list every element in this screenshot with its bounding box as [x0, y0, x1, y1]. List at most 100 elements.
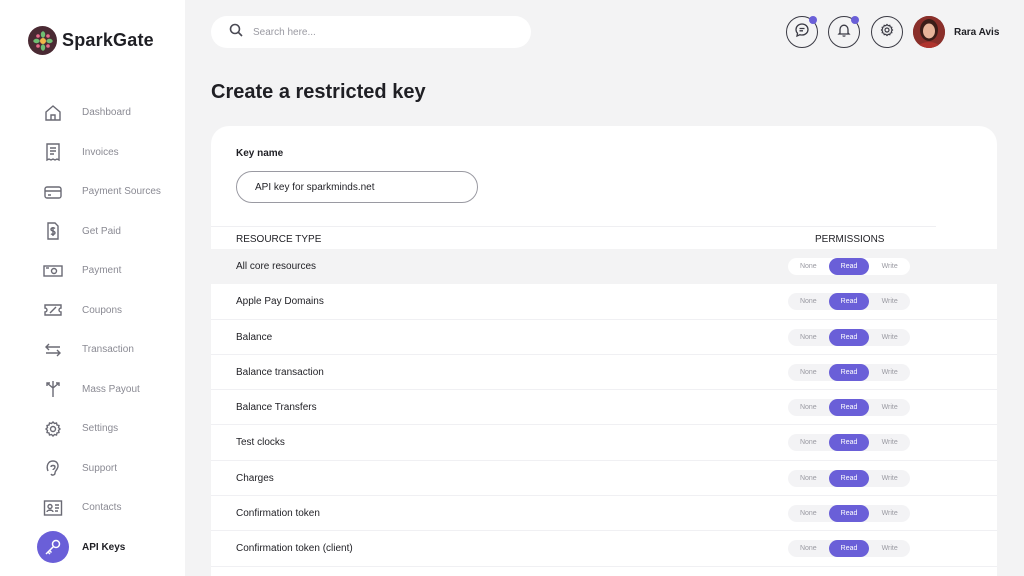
- notification-dot: [809, 16, 817, 24]
- search-icon: [229, 23, 243, 42]
- key-name-input[interactable]: [236, 171, 478, 203]
- permission-toggle: None Read Write: [788, 540, 910, 558]
- table-row: Confirmation token (client) None Read Wr…: [211, 531, 997, 567]
- permission-none-option[interactable]: None: [788, 329, 829, 346]
- messages-button[interactable]: [786, 16, 818, 48]
- resource-name: All core resources: [236, 261, 317, 272]
- invoice-icon: [42, 141, 64, 163]
- key-icon: [37, 531, 69, 564]
- permission-write-option[interactable]: Write: [869, 540, 910, 557]
- dollar-document-icon: [42, 220, 64, 242]
- key-name-label: Key name: [236, 148, 284, 159]
- permission-write-option[interactable]: Write: [869, 505, 910, 522]
- permission-none-option[interactable]: None: [788, 505, 829, 522]
- permission-read-option[interactable]: Read: [828, 399, 870, 417]
- permission-none-option[interactable]: None: [788, 364, 829, 381]
- gear-icon: [42, 418, 64, 440]
- permission-toggle: None Read Write: [788, 328, 910, 346]
- permission-write-option[interactable]: Write: [869, 258, 910, 275]
- sidebar-item-label: Payment: [82, 265, 122, 277]
- search-input[interactable]: [253, 26, 503, 38]
- sidebar-item-label: Transaction: [82, 344, 134, 356]
- permission-none-option[interactable]: None: [788, 470, 829, 487]
- brand-name: SparkGate: [62, 30, 154, 50]
- sidebar-item-payment[interactable]: Payment: [0, 251, 185, 291]
- transfer-arrows-icon: [42, 339, 64, 361]
- permission-write-option[interactable]: Write: [869, 470, 910, 487]
- permission-toggle: None Read Write: [788, 363, 910, 381]
- sidebar-item-label: Settings: [82, 423, 119, 435]
- table-row: Confirmation token None Read Write: [211, 496, 997, 532]
- sidebar-item-get-paid[interactable]: Get Paid: [0, 212, 185, 252]
- table-row: All core resources None Read Write: [211, 249, 997, 285]
- resource-name: Balance transaction: [236, 366, 324, 378]
- settings-button[interactable]: [871, 16, 903, 48]
- sidebar-item-support[interactable]: Support: [0, 449, 185, 489]
- table-row: Apple Pay Domains None Read Write: [211, 284, 997, 320]
- permission-toggle: None Read Write: [788, 505, 910, 523]
- notification-dot: [851, 16, 859, 24]
- sidebar-item-label: Contacts: [82, 502, 122, 514]
- resource-name: Charges: [236, 472, 274, 484]
- contact-card-icon: [42, 497, 64, 519]
- permission-none-option[interactable]: None: [788, 434, 829, 451]
- permission-write-option[interactable]: Write: [869, 434, 910, 451]
- avatar[interactable]: [913, 16, 945, 48]
- sidebar-item-settings[interactable]: Settings: [0, 409, 185, 449]
- sidebar-item-invoices[interactable]: Invoices: [0, 133, 185, 173]
- permission-toggle: None Read Write: [788, 469, 910, 487]
- resource-name: Apple Pay Domains: [236, 296, 324, 308]
- table-row: Test clocks None Read Write: [211, 425, 997, 461]
- banknote-icon: [42, 260, 64, 282]
- sidebar-item-label: API Keys: [82, 541, 126, 553]
- search-bar[interactable]: [211, 16, 531, 48]
- chat-icon: [794, 22, 810, 43]
- sidebar-item-label: Dashboard: [82, 107, 131, 119]
- permission-none-option[interactable]: None: [788, 399, 829, 416]
- sidebar-item-mass-payout[interactable]: Mass Payout: [0, 370, 185, 410]
- home-icon: [42, 102, 64, 124]
- permission-write-option[interactable]: Write: [869, 329, 910, 346]
- headset-icon: [42, 457, 64, 479]
- permissions-table: All core resources None Read Write Apple…: [211, 249, 997, 567]
- permission-read-option[interactable]: Read: [828, 293, 870, 311]
- gear-icon: [879, 22, 895, 43]
- permission-read-option[interactable]: Read: [828, 469, 870, 487]
- column-header-resource-type: RESOURCE TYPE: [236, 234, 322, 245]
- sidebar-item-contacts[interactable]: Contacts: [0, 488, 185, 528]
- permission-read-option[interactable]: Read: [828, 363, 870, 381]
- permission-write-option[interactable]: Write: [869, 399, 910, 416]
- column-header-permissions: PERMISSIONS: [815, 234, 885, 245]
- permission-none-option[interactable]: None: [788, 258, 829, 275]
- sidebar-item-label: Get Paid: [82, 225, 121, 237]
- permission-read-option[interactable]: Read: [828, 328, 870, 346]
- sidebar-item-coupons[interactable]: Coupons: [0, 291, 185, 331]
- user-name[interactable]: Rara Avis: [954, 27, 999, 38]
- permission-toggle: None Read Write: [788, 293, 910, 311]
- resource-name: Confirmation token: [236, 508, 320, 520]
- permission-read-option[interactable]: Read: [828, 258, 870, 275]
- sidebar-item-dashboard[interactable]: Dashboard: [0, 93, 185, 133]
- notifications-button[interactable]: [828, 16, 860, 48]
- sidebar-item-api-keys[interactable]: API Keys: [0, 528, 185, 568]
- permission-read-option[interactable]: Read: [828, 505, 870, 523]
- sidebar-item-transaction[interactable]: Transaction: [0, 330, 185, 370]
- table-row: Balance Transfers None Read Write: [211, 390, 997, 426]
- resource-name: Balance Transfers: [236, 402, 317, 414]
- credit-card-icon: [42, 181, 64, 203]
- permission-write-option[interactable]: Write: [869, 293, 910, 310]
- permission-read-option[interactable]: Read: [828, 540, 870, 558]
- permission-none-option[interactable]: None: [788, 540, 829, 557]
- sidebar-nav: Dashboard Invoices Payment Sources Get P…: [0, 93, 185, 567]
- sidebar: SparkGate Dashboard Invoices Payment Sou…: [0, 0, 185, 576]
- sidebar-item-payment-sources[interactable]: Payment Sources: [0, 172, 185, 212]
- split-arrows-icon: [42, 378, 64, 400]
- sidebar-item-label: Mass Payout: [82, 383, 140, 395]
- page-title: Create a restricted key: [211, 81, 426, 103]
- permission-read-option[interactable]: Read: [828, 434, 870, 452]
- resource-name: Balance: [236, 331, 273, 343]
- permission-write-option[interactable]: Write: [869, 364, 910, 381]
- permission-none-option[interactable]: None: [788, 293, 829, 310]
- brand-logo[interactable]: SparkGate: [28, 26, 154, 55]
- divider: [211, 226, 936, 227]
